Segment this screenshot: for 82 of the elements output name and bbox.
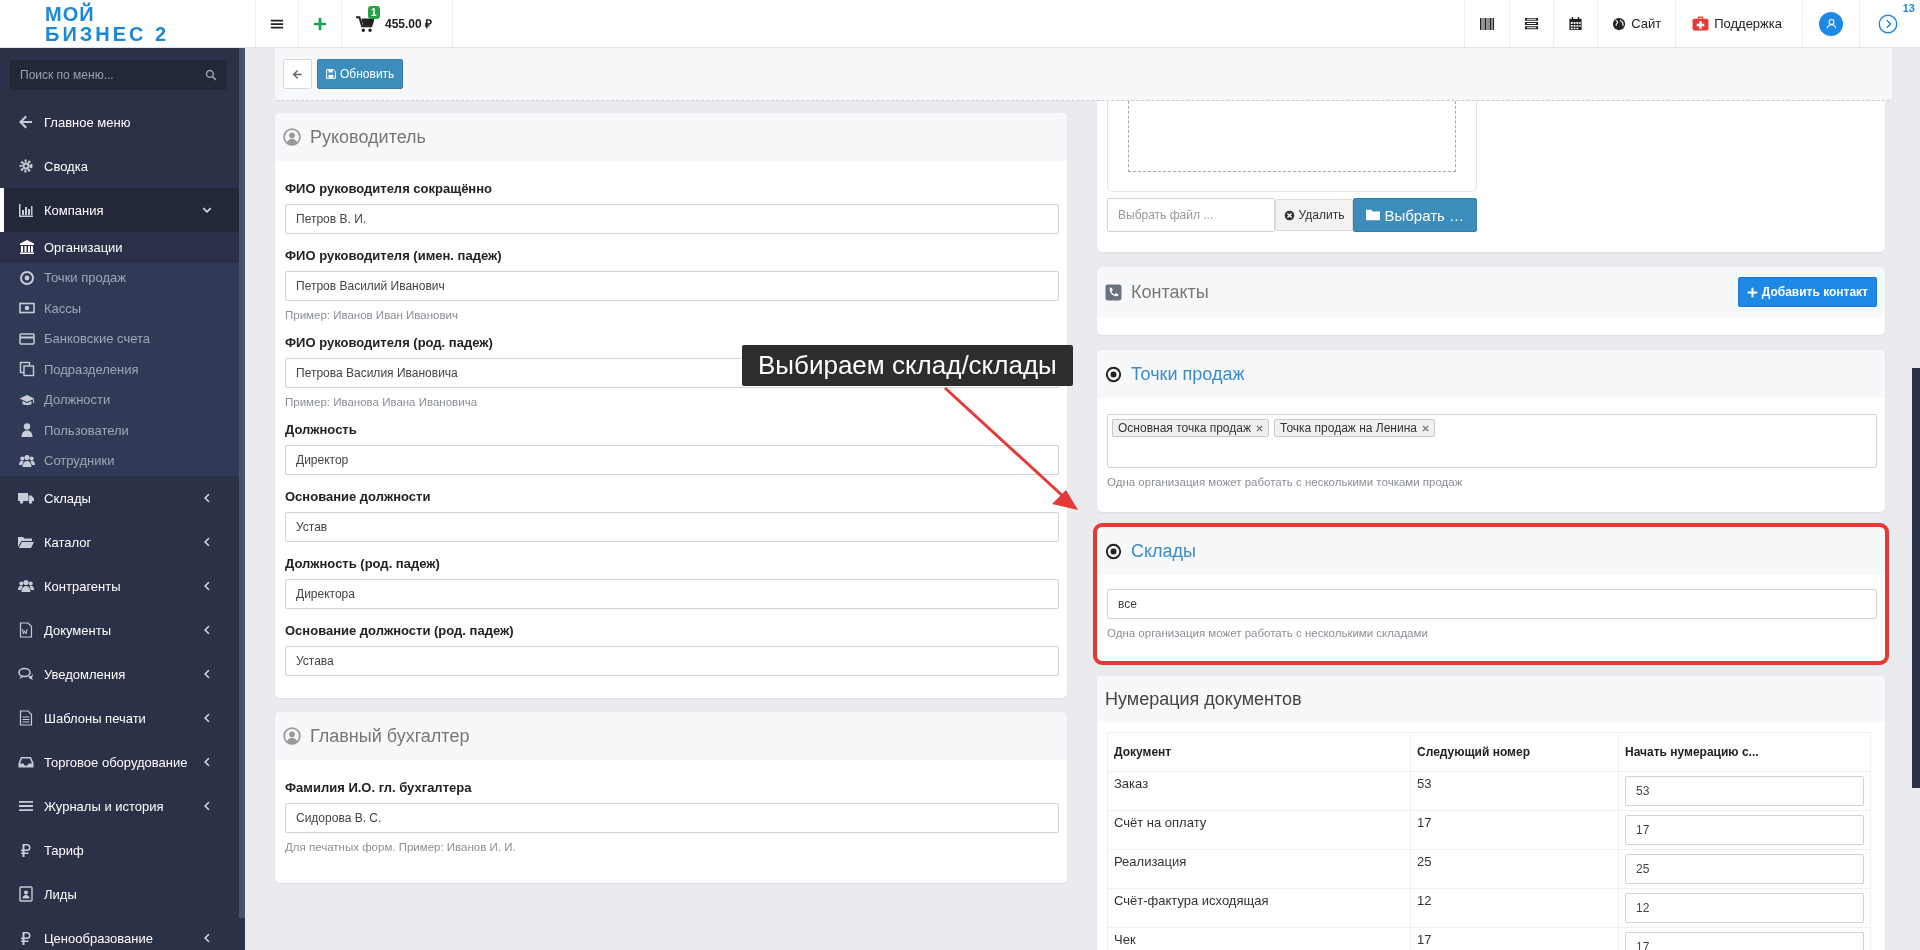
card-title: Руководитель <box>310 126 427 148</box>
tag[interactable]: Точка продаж на Ленина <box>1274 419 1435 437</box>
remove-button[interactable]: Удалить <box>1274 199 1354 231</box>
cart-count-badge: 1 <box>368 6 380 19</box>
sidebar-item[interactable]: Сводка <box>0 144 239 188</box>
submenu-item[interactable]: Банковские счета <box>0 323 239 354</box>
field-label: Основание должности <box>285 489 432 504</box>
sidebar-item[interactable]: Уведомления <box>0 652 239 696</box>
input-field[interactable]: Директор <box>285 445 1059 475</box>
table-cell: 25 <box>1410 849 1619 889</box>
sidebar-item[interactable]: Ценообразование <box>0 916 239 950</box>
input-field[interactable]: Сидорова В. С. <box>285 803 1059 833</box>
column-header: Документ <box>1107 732 1411 772</box>
sidebar-item[interactable]: Каталог <box>0 520 239 564</box>
field-label: ФИО руководителя сокращённо <box>285 181 494 196</box>
submenu-item[interactable]: Сотрудники <box>0 445 239 476</box>
notification-count: 13 <box>1902 2 1915 14</box>
table-cell: 12 <box>1410 888 1619 928</box>
column-header: Начать нумерацию с... <box>1618 732 1871 772</box>
sidebar-item[interactable]: Документы <box>0 608 239 652</box>
card-title: Нумерация документов <box>1105 688 1303 710</box>
submenu-item[interactable]: Подразделения <box>0 354 239 385</box>
card-title: Контакты <box>1131 281 1210 303</box>
submenu-item[interactable]: Точки продаж <box>0 262 239 293</box>
field-label: ФИО руководителя (род. падеж) <box>285 335 494 350</box>
field-label: Должность (род. падеж) <box>285 556 441 571</box>
submenu-item[interactable]: Должности <box>0 384 239 415</box>
cart-total: 455.00 ₽ <box>385 16 433 32</box>
input-field[interactable]: 25 <box>1625 854 1864 884</box>
sidebar-item[interactable]: Лиды <box>0 872 239 916</box>
table-cell: Чек <box>1107 927 1411 950</box>
tags-field[interactable]: Основная точка продаж Точка продаж на Ленина <box>1107 414 1877 468</box>
submenu-item[interactable]: Кассы <box>0 293 239 324</box>
field-label: Фамилия И.О. гл. бухгалтера <box>285 780 473 795</box>
card-title: Главный бухгалтер <box>310 725 471 747</box>
sidebar-item[interactable]: Главное меню <box>0 100 239 144</box>
table-cell: 17 <box>1410 810 1619 850</box>
sidebar-item[interactable]: Шаблоны печати <box>0 696 239 740</box>
input-field[interactable]: 53 <box>1625 776 1864 806</box>
table-cell: 53 <box>1410 771 1619 811</box>
refresh-button[interactable]: Обновить <box>317 59 404 89</box>
submenu-item[interactable]: Организации <box>0 232 239 263</box>
notifications-button[interactable]: 13 <box>1859 0 1920 47</box>
table-cell: Счёт на оплату <box>1107 810 1411 850</box>
input-field[interactable]: Устава <box>285 646 1059 676</box>
field-hint: Для печатных форм. Пример: Иванов И. И. <box>285 841 517 853</box>
input-field[interactable]: Директора <box>285 579 1059 609</box>
support-link[interactable]: Поддержка <box>1675 0 1802 47</box>
input-field[interactable]: Петров В. И. <box>285 204 1059 234</box>
field-hint: Одна организация может работать с несколькими точками продаж <box>1107 476 1464 488</box>
sidebar-item[interactable]: Тариф <box>0 828 239 872</box>
field-hint: Пример: Иванов Иван Иванович <box>285 309 459 321</box>
cart-button[interactable]: 1 455.00 ₽ <box>341 0 453 47</box>
menu-search-field[interactable]: Поиск по меню... <box>10 60 227 90</box>
site-link[interactable]: Сайт <box>1597 0 1676 47</box>
card-title: Склады <box>1131 540 1198 562</box>
table-cell: Заказ <box>1107 771 1411 811</box>
field-hint: Одна организация может работать с несколькими складами <box>1107 627 1429 639</box>
input-field[interactable]: Петров Василий Иванович <box>285 271 1059 301</box>
sidebar-item[interactable]: Контрагенты <box>0 564 239 608</box>
tag[interactable]: Основная точка продаж <box>1112 419 1269 437</box>
sidebar-item[interactable]: Склады <box>0 476 239 520</box>
input-field[interactable]: все <box>1107 589 1877 619</box>
field-label: ФИО руководителя (имен. падеж) <box>285 248 503 263</box>
add-contact-button[interactable]: Добавить контакт <box>1737 277 1877 307</box>
field-hint: Пример: Иванова Ивана Ивановича <box>285 396 479 408</box>
sidebar-item[interactable]: Торговое оборудование <box>0 740 239 784</box>
submenu-item[interactable]: Пользователи <box>0 415 239 446</box>
field-label: Должность <box>285 422 358 437</box>
field-label: Основание должности (род. падеж) <box>285 623 515 638</box>
input-field[interactable]: 12 <box>1625 893 1864 923</box>
input-field[interactable]: Устав <box>285 512 1059 542</box>
table-cell: Счёт-фактура исходящая <box>1107 888 1411 928</box>
column-header: Следующий номер <box>1410 732 1619 772</box>
logo[interactable]: МОЙ БИЗНЕС 2 <box>0 0 255 47</box>
input-field[interactable]: 17 <box>1625 815 1864 845</box>
sidebar-item[interactable]: Компания <box>0 188 239 232</box>
browse-button[interactable]: Выбрать … <box>1353 198 1477 232</box>
table-cell: Реализация <box>1107 849 1411 889</box>
sidebar-item[interactable]: Журналы и история <box>0 784 239 828</box>
annotation-tooltip: Выбираем склад/склады <box>742 345 1073 386</box>
card-title: Точки продаж <box>1131 363 1246 385</box>
